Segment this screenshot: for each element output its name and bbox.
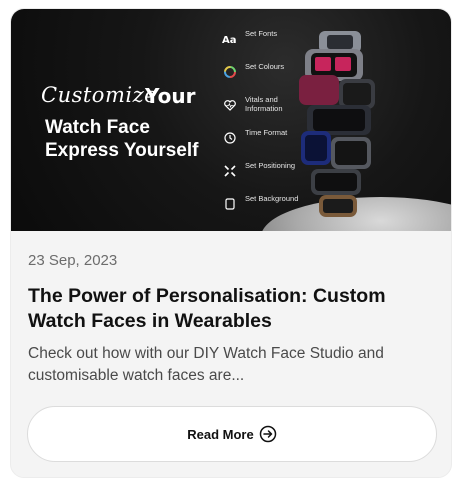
read-more-label: Read More — [187, 426, 254, 442]
stacked-watches-image — [299, 31, 375, 217]
background-icon — [221, 196, 239, 212]
post-title[interactable]: The Power of Personalisation: Custom Wat… — [28, 284, 438, 334]
positioning-icon — [221, 163, 239, 179]
svg-text:Aa: Aa — [222, 35, 237, 45]
banner-headline-word: Your — [145, 84, 196, 108]
clock-icon — [221, 130, 239, 146]
post-excerpt: Check out how with our DIY Watch Face St… — [28, 345, 384, 384]
banner-tagline-2: Express Yourself — [45, 140, 199, 161]
blog-card[interactable]: Customize Your Watch Face Express Yourse… — [10, 8, 452, 478]
post-date: 23 Sep, 2023 — [28, 252, 118, 269]
blog-banner-image[interactable]: Customize Your Watch Face Express Yourse… — [11, 9, 451, 231]
heart-icon — [221, 97, 239, 113]
banner-tagline-1: Watch Face — [45, 117, 150, 138]
font-icon: Aa — [221, 31, 239, 47]
colour-wheel-icon — [221, 64, 239, 80]
arrow-circle-right-icon — [259, 425, 277, 443]
banner-headline-script: Customize — [41, 83, 158, 107]
read-more-button[interactable]: Read More — [27, 406, 437, 462]
